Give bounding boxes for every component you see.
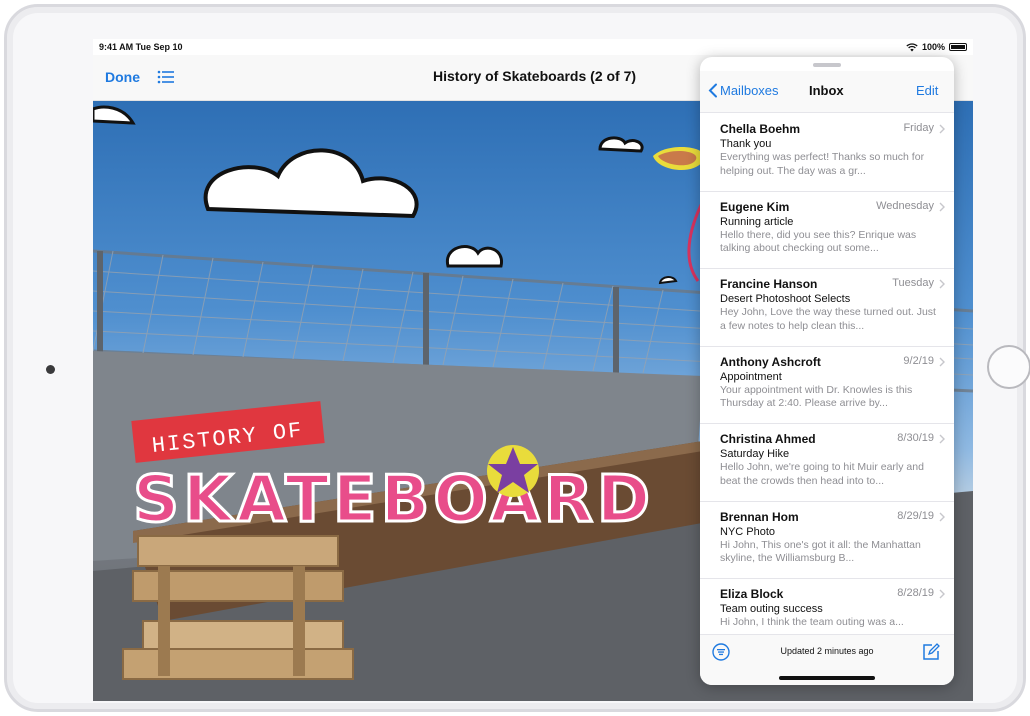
message-date: Friday <box>903 122 934 134</box>
battery-icon <box>949 43 967 51</box>
chevron-right-icon <box>939 202 945 211</box>
message-date: Tuesday <box>892 277 934 289</box>
status-time: 9:41 AM Tue Sep 10 <box>99 42 183 52</box>
message-preview: Hey John, Love the way these turned out.… <box>720 306 936 332</box>
message-list: Chella Boehm Friday Thank you Everything… <box>700 114 954 634</box>
message-date: 9/2/19 <box>903 354 934 367</box>
message-subject: NYC Photo <box>720 525 776 538</box>
message-preview: Hello there, did you see this? Enrique w… <box>720 228 917 255</box>
mailboxes-back-button[interactable]: Mailboxes <box>708 83 779 98</box>
status-indicators: 100% <box>906 42 967 52</box>
banner-line-2: SKATEBOARD <box>133 463 654 537</box>
screen: 9:41 AM Tue Sep 10 100% Done History of … <box>93 39 973 701</box>
chevron-right-icon <box>939 512 945 521</box>
list-icon[interactable] <box>157 70 175 84</box>
chevron-right-icon <box>939 124 945 134</box>
message-date: 8/28/19 <box>897 587 934 599</box>
message-row[interactable]: Eliza Block 8/28/19 Team outing success … <box>700 579 954 634</box>
message-subject: Desert Photoshoot Selects <box>720 293 851 305</box>
slide-over-grabber[interactable] <box>813 63 841 67</box>
message-subject: Running article <box>720 215 794 228</box>
chevron-right-icon <box>939 357 945 366</box>
chevron-right-icon <box>939 279 945 289</box>
chevron-right-icon <box>939 589 945 599</box>
message-preview: Hi John, This one's got it all: the Manh… <box>720 538 921 565</box>
mail-slide-over[interactable]: Mailboxes Inbox Edit Chella Boehm Friday… <box>700 57 954 685</box>
message-row[interactable]: Francine Hanson Tuesday Desert Photoshoo… <box>700 269 954 347</box>
mailboxes-back-label: Mailboxes <box>720 83 779 98</box>
message-row[interactable]: Anthony Ashcroft 9/2/19 Appointment Your… <box>700 347 954 424</box>
home-indicator[interactable] <box>779 676 875 680</box>
message-preview: Hi John, I think the team outing was a..… <box>720 616 904 628</box>
mail-nav-bar: Mailboxes Inbox Edit <box>700 71 954 113</box>
compose-icon[interactable] <box>922 643 940 661</box>
chevron-right-icon <box>939 434 945 444</box>
message-date: 8/29/19 <box>897 509 934 522</box>
chevron-left-icon <box>708 83 717 98</box>
edit-button[interactable]: Edit <box>916 83 938 98</box>
done-button[interactable]: Done <box>105 69 140 85</box>
wifi-icon <box>906 42 918 51</box>
front-camera <box>46 365 55 374</box>
message-row[interactable]: Christina Ahmed 8/30/19 Saturday Hike He… <box>700 424 954 502</box>
message-row[interactable]: Chella Boehm Friday Thank you Everything… <box>700 114 954 192</box>
message-preview: Your appointment with Dr. Knowles is thi… <box>720 383 913 410</box>
message-subject: Appointment <box>720 370 782 383</box>
battery-percent: 100% <box>921 42 945 52</box>
message-preview: Everything was perfect! Thanks so much f… <box>720 151 925 177</box>
message-preview: Hello John, we're going to hit Muir earl… <box>720 461 924 487</box>
status-bar: 9:41 AM Tue Sep 10 100% <box>93 39 973 55</box>
ipad-frame: 9:41 AM Tue Sep 10 100% Done History of … <box>4 4 1030 712</box>
message-row[interactable]: Eugene Kim Wednesday Running article Hel… <box>700 192 954 269</box>
message-row[interactable]: Brennan Hom 8/29/19 NYC Photo Hi John, T… <box>700 502 954 579</box>
message-subject: Thank you <box>720 138 772 150</box>
message-date: 8/30/19 <box>897 432 934 444</box>
message-subject: Saturday Hike <box>720 448 790 460</box>
message-date: Wednesday <box>876 199 934 212</box>
mail-toolbar: Updated 2 minutes ago <box>700 634 954 685</box>
document-title: History of Skateboards (2 of 7) <box>433 68 637 84</box>
updated-status: Updated 2 minutes ago <box>780 646 874 656</box>
home-button[interactable] <box>987 345 1030 389</box>
inbox-title: Inbox <box>809 83 844 98</box>
message-subject: Team outing success <box>720 603 823 615</box>
